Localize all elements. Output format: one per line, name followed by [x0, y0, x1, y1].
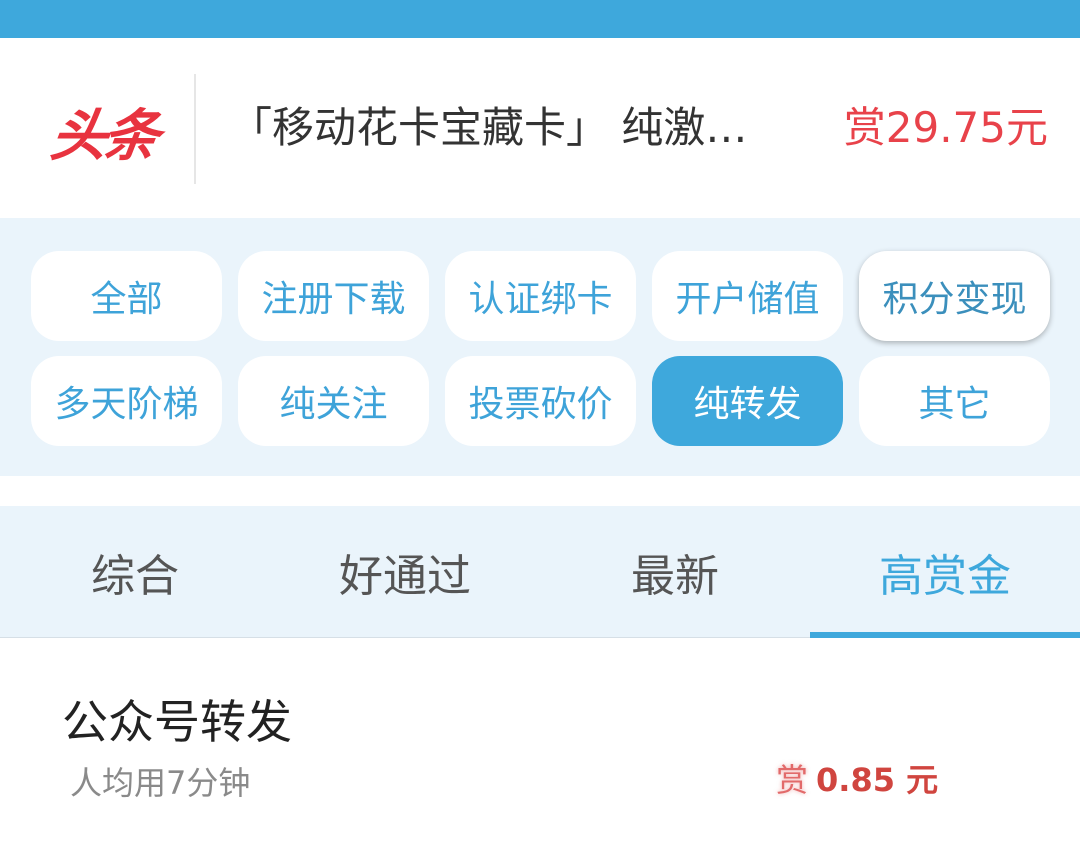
- category-other-button[interactable]: 其它: [859, 356, 1050, 446]
- sort-tab-bar: 综合 好通过 最新 高赏金: [0, 506, 1080, 638]
- toutiao-logo: 头条: [46, 103, 160, 169]
- reward-icon: 赏: [776, 761, 809, 799]
- category-filter-panel: 全部 注册下载 认证绑卡 开户储值 积分变现 多天阶梯 纯关注 投票砍价 纯转发…: [0, 218, 1080, 476]
- task-reward: 赏 0.85 元: [776, 756, 938, 800]
- category-multi-day-button[interactable]: 多天阶梯: [31, 356, 222, 446]
- headline-banner[interactable]: 头条 「移动花卡宝藏卡」 纯激… 赏29.75元: [0, 38, 1080, 218]
- tab-newest[interactable]: 最新: [540, 506, 810, 638]
- reward-amount: 0.85 元: [816, 761, 939, 799]
- task-list-item[interactable]: 公众号转发 人均用7分钟 赏 0.85 元: [0, 638, 1080, 866]
- tab-easy-pass[interactable]: 好通过: [270, 506, 540, 638]
- category-open-account-deposit-button[interactable]: 开户储值: [652, 251, 843, 341]
- category-follow-only-button[interactable]: 纯关注: [238, 356, 429, 446]
- headline-divider: [194, 74, 196, 184]
- category-repost-only-button[interactable]: 纯转发: [652, 356, 843, 446]
- category-vote-bargain-button[interactable]: 投票砍价: [445, 356, 636, 446]
- headline-text[interactable]: 「移动花卡宝藏卡」 纯激…: [230, 93, 800, 163]
- tab-comprehensive[interactable]: 综合: [0, 506, 270, 638]
- category-verify-bind-card-button[interactable]: 认证绑卡: [445, 251, 636, 341]
- category-register-download-button[interactable]: 注册下载: [238, 251, 429, 341]
- headline-reward: 赏29.75元: [843, 103, 1048, 152]
- category-all-button[interactable]: 全部: [31, 251, 222, 341]
- status-bar: [0, 0, 1080, 38]
- category-points-cashout-button[interactable]: 积分变现: [859, 251, 1050, 341]
- task-title: 公众号转发: [62, 695, 292, 749]
- tab-high-reward[interactable]: 高赏金: [810, 506, 1080, 638]
- task-average-time: 人均用7分钟: [70, 764, 251, 802]
